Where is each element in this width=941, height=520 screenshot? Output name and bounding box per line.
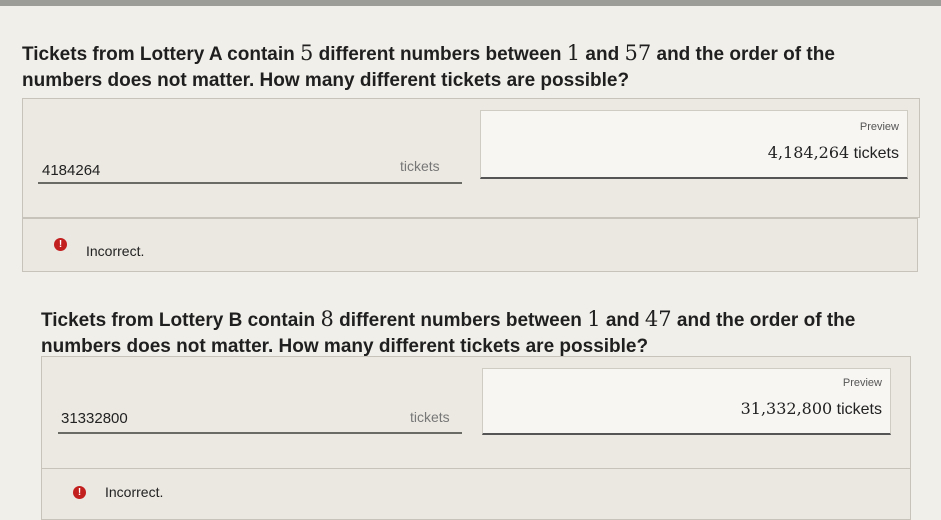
question-a-feedback	[22, 218, 918, 272]
question-b-answer-input[interactable]: 31332800	[61, 410, 128, 427]
question-a-unit-label: tickets	[400, 158, 440, 174]
preview-label: Preview	[859, 121, 899, 133]
question-b-text: Tickets from Lottery B contain 8 differe…	[41, 307, 856, 357]
question-b-unit-label: tickets	[410, 409, 450, 425]
question-a-text: Tickets from Lottery A contain 5 differe…	[22, 41, 835, 91]
exclamation-circle-icon: !	[73, 486, 86, 499]
feedback-text: Incorrect.	[86, 243, 145, 259]
question-a-input-underline	[38, 182, 462, 184]
exclamation-circle-icon: !	[54, 238, 67, 251]
question-b-preview: Preview 31,332,800 tickets	[482, 368, 891, 435]
top-border	[0, 0, 941, 6]
preview-value: 4,184,264 tickets	[767, 143, 899, 162]
question-a-preview: Preview 4,184,264 tickets	[480, 110, 908, 179]
question-b-feedback	[41, 468, 911, 520]
question-b-input-underline	[58, 432, 462, 434]
feedback-text: Incorrect.	[105, 484, 164, 500]
question-a-answer-input[interactable]: 4184264	[42, 162, 100, 179]
preview-label: Preview	[842, 377, 882, 389]
preview-value: 31,332,800 tickets	[740, 399, 882, 418]
